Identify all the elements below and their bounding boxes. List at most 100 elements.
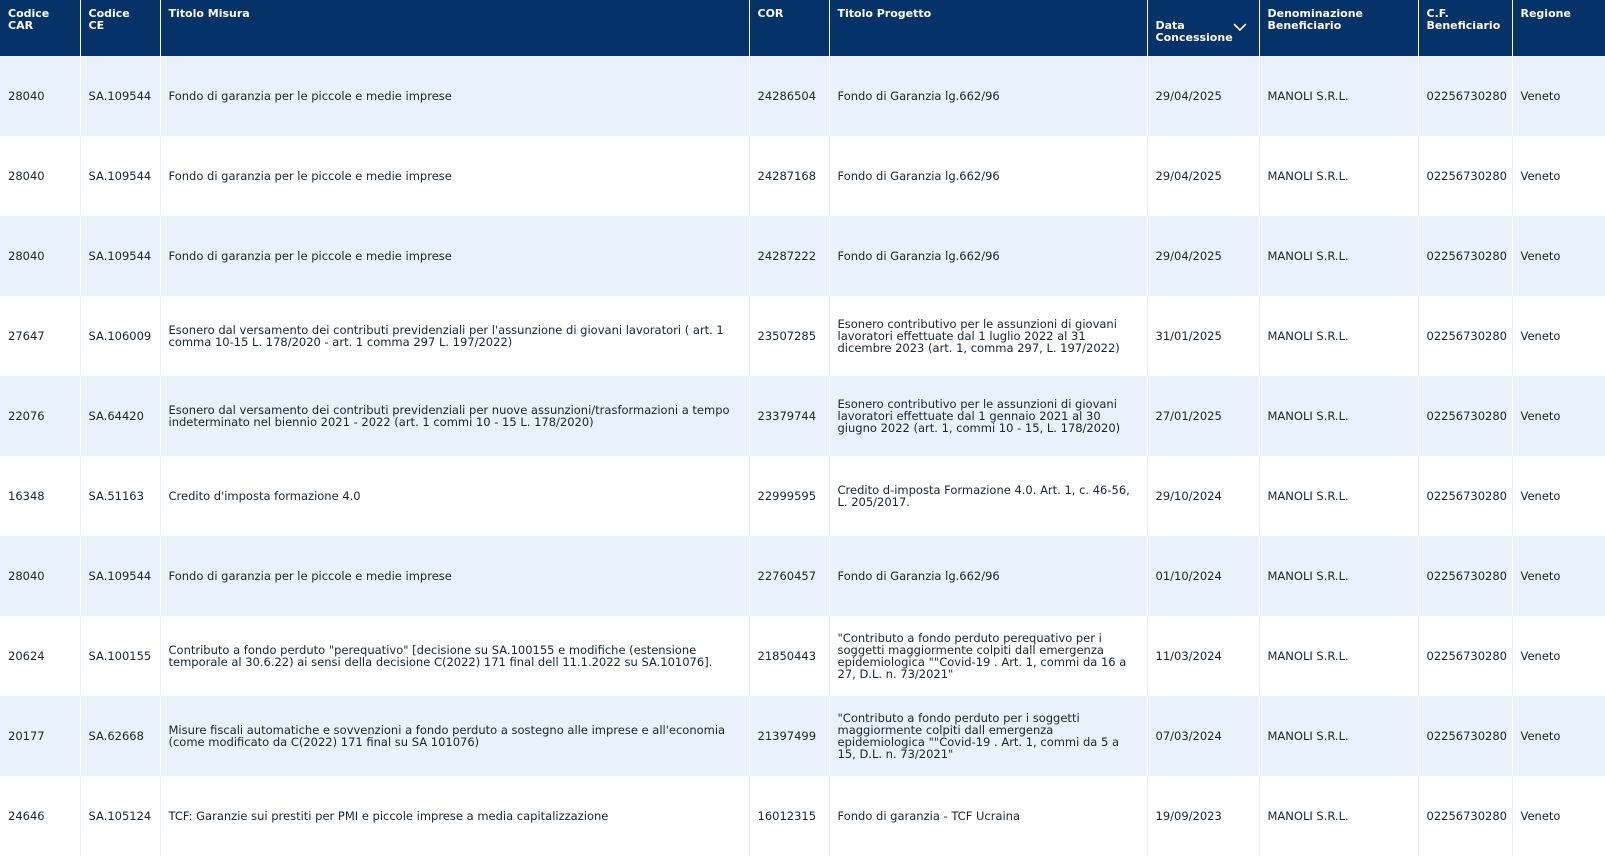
cell-misura: Misure fiscali automatiche e sovvenzioni… [160, 696, 750, 776]
cell-cor: 16012315 [749, 776, 830, 856]
cell-cf: 02256730280 [1418, 536, 1513, 616]
cell-progetto: Esonero contributivo per le assunzioni d… [829, 376, 1148, 456]
cell-ce: SA.109544 [80, 536, 161, 616]
cell-data: 29/04/2025 [1147, 216, 1260, 296]
cell-ce: SA.109544 [80, 216, 161, 296]
cell-misura: Esonero dal versamento dei contributi pr… [160, 296, 750, 376]
cell-progetto: "Contributo a fondo perduto per i sogget… [829, 696, 1148, 776]
column-header-data-concessione[interactable]: Data Concessione [1147, 0, 1260, 56]
cell-data: 29/10/2024 [1147, 456, 1260, 536]
column-header-codice-car[interactable]: Codice CAR [0, 0, 81, 56]
cell-beneficiario: MANOLI S.R.L. [1259, 616, 1419, 696]
cell-progetto: Esonero contributivo per le assunzioni d… [829, 296, 1148, 376]
cell-ce: SA.64420 [80, 376, 161, 456]
cell-data: 31/01/2025 [1147, 296, 1260, 376]
cell-cor: 22999595 [749, 456, 830, 536]
cell-cor: 23379744 [749, 376, 830, 456]
cell-cor: 21850443 [749, 616, 830, 696]
cell-data: 27/01/2025 [1147, 376, 1260, 456]
cell-cf: 02256730280 [1418, 216, 1513, 296]
cell-data: 01/10/2024 [1147, 536, 1260, 616]
cell-cf: 02256730280 [1418, 696, 1513, 776]
cell-cf: 02256730280 [1418, 296, 1513, 376]
cell-data: 11/03/2024 [1147, 616, 1260, 696]
table-row[interactable]: 28040 SA.109544 Fondo di garanzia per le p… [0, 216, 1605, 296]
cell-misura: Fondo di garanzia per le piccole e medie… [160, 56, 750, 136]
cell-regione: Veneto [1512, 776, 1605, 856]
table-row[interactable]: 22076 SA.64420 Esonero dal versamento dei … [0, 376, 1605, 456]
cell-regione: Veneto [1512, 456, 1605, 536]
cell-car: 24646 [0, 776, 81, 856]
table-row[interactable]: 28040 SA.109544 Fondo di garanzia per le p… [0, 536, 1605, 616]
cell-data: 29/04/2025 [1147, 56, 1260, 136]
cell-car: 20624 [0, 616, 81, 696]
cell-beneficiario: MANOLI S.R.L. [1259, 456, 1419, 536]
cell-ce: SA.51163 [80, 456, 161, 536]
column-header-titolo-progetto[interactable]: Titolo Progetto [829, 0, 1148, 56]
cell-misura: Credito d'imposta formazione 4.0 [160, 456, 750, 536]
cell-beneficiario: MANOLI S.R.L. [1259, 216, 1419, 296]
cell-car: 22076 [0, 376, 81, 456]
cell-regione: Veneto [1512, 56, 1605, 136]
cell-progetto: Fondo di Garanzia lg.662/96 [829, 216, 1148, 296]
cell-regione: Veneto [1512, 376, 1605, 456]
cell-ce: SA.106009 [80, 296, 161, 376]
cell-beneficiario: MANOLI S.R.L. [1259, 696, 1419, 776]
cell-beneficiario: MANOLI S.R.L. [1259, 536, 1419, 616]
cell-cf: 02256730280 [1418, 776, 1513, 856]
cell-beneficiario: MANOLI S.R.L. [1259, 56, 1419, 136]
cell-cf: 02256730280 [1418, 456, 1513, 536]
cell-regione: Veneto [1512, 696, 1605, 776]
cell-progetto: Fondo di Garanzia lg.662/96 [829, 136, 1148, 216]
column-header-regione[interactable]: Regione [1512, 0, 1605, 56]
cell-cf: 02256730280 [1418, 616, 1513, 696]
cell-misura: Esonero dal versamento dei contributi pr… [160, 376, 750, 456]
cell-beneficiario: MANOLI S.R.L. [1259, 776, 1419, 856]
cell-beneficiario: MANOLI S.R.L. [1259, 376, 1419, 456]
cell-cor: 24287168 [749, 136, 830, 216]
cell-data: 29/04/2025 [1147, 136, 1260, 216]
cell-cf: 02256730280 [1418, 136, 1513, 216]
cell-car: 28040 [0, 136, 81, 216]
cell-progetto: Fondo di garanzia - TCF Ucraina [829, 776, 1148, 856]
cell-car: 28040 [0, 536, 81, 616]
cell-progetto: Credito d-imposta Formazione 4.0. Art. 1… [829, 456, 1148, 536]
cell-cf: 02256730280 [1418, 56, 1513, 136]
table-row[interactable]: 20624 SA.100155 Contributo a fondo perduto… [0, 616, 1605, 696]
cell-regione: Veneto [1512, 216, 1605, 296]
column-header-codice-ce[interactable]: Codice CE [80, 0, 161, 56]
cell-cf: 02256730280 [1418, 376, 1513, 456]
cell-regione: Veneto [1512, 536, 1605, 616]
table-body: 28040 SA.109544 Fondo di garanzia per le p… [0, 56, 1605, 856]
table-row[interactable]: 28040 SA.109544 Fondo di garanzia per le p… [0, 56, 1605, 136]
cell-misura: Fondo di garanzia per le piccole e medie… [160, 216, 750, 296]
table-row[interactable]: 20177 SA.62668 Misure fiscali automatiche … [0, 696, 1605, 776]
cell-misura: Fondo di garanzia per le piccole e medie… [160, 136, 750, 216]
cell-car: 16348 [0, 456, 81, 536]
concessions-table: Codice CAR Codice CE Titolo Misura COR T… [0, 0, 1605, 856]
cell-misura: TCF: Garanzie sui prestiti per PMI e pic… [160, 776, 750, 856]
cell-progetto: Fondo di Garanzia lg.662/96 [829, 536, 1148, 616]
table-row[interactable]: 24646 SA.105124 TCF: Garanzie sui prestiti… [0, 776, 1605, 856]
column-header-cf-beneficiario[interactable]: C.F. Beneficiario [1418, 0, 1513, 56]
column-header-cor[interactable]: COR [749, 0, 830, 56]
cell-ce: SA.62668 [80, 696, 161, 776]
table-row[interactable]: 16348 SA.51163 Credito d'imposta formazion… [0, 456, 1605, 536]
chevron-down-icon[interactable] [1233, 22, 1247, 32]
cell-cor: 22760457 [749, 536, 830, 616]
cell-cor: 23507285 [749, 296, 830, 376]
column-header-titolo-misura[interactable]: Titolo Misura [160, 0, 750, 56]
cell-beneficiario: MANOLI S.R.L. [1259, 296, 1419, 376]
cell-progetto: "Contributo a fondo perduto perequativo … [829, 616, 1148, 696]
cell-regione: Veneto [1512, 616, 1605, 696]
cell-car: 28040 [0, 216, 81, 296]
column-header-denominazione-beneficiario[interactable]: Denominazione Beneficiario [1259, 0, 1419, 56]
cell-cor: 24286504 [749, 56, 830, 136]
table-row[interactable]: 27647 SA.106009 Esonero dal versamento dei… [0, 296, 1605, 376]
cell-regione: Veneto [1512, 296, 1605, 376]
cell-misura: Contributo a fondo perduto "perequativo"… [160, 616, 750, 696]
cell-ce: SA.105124 [80, 776, 161, 856]
cell-data: 19/09/2023 [1147, 776, 1260, 856]
cell-ce: SA.109544 [80, 56, 161, 136]
table-row[interactable]: 28040 SA.109544 Fondo di garanzia per le p… [0, 136, 1605, 216]
